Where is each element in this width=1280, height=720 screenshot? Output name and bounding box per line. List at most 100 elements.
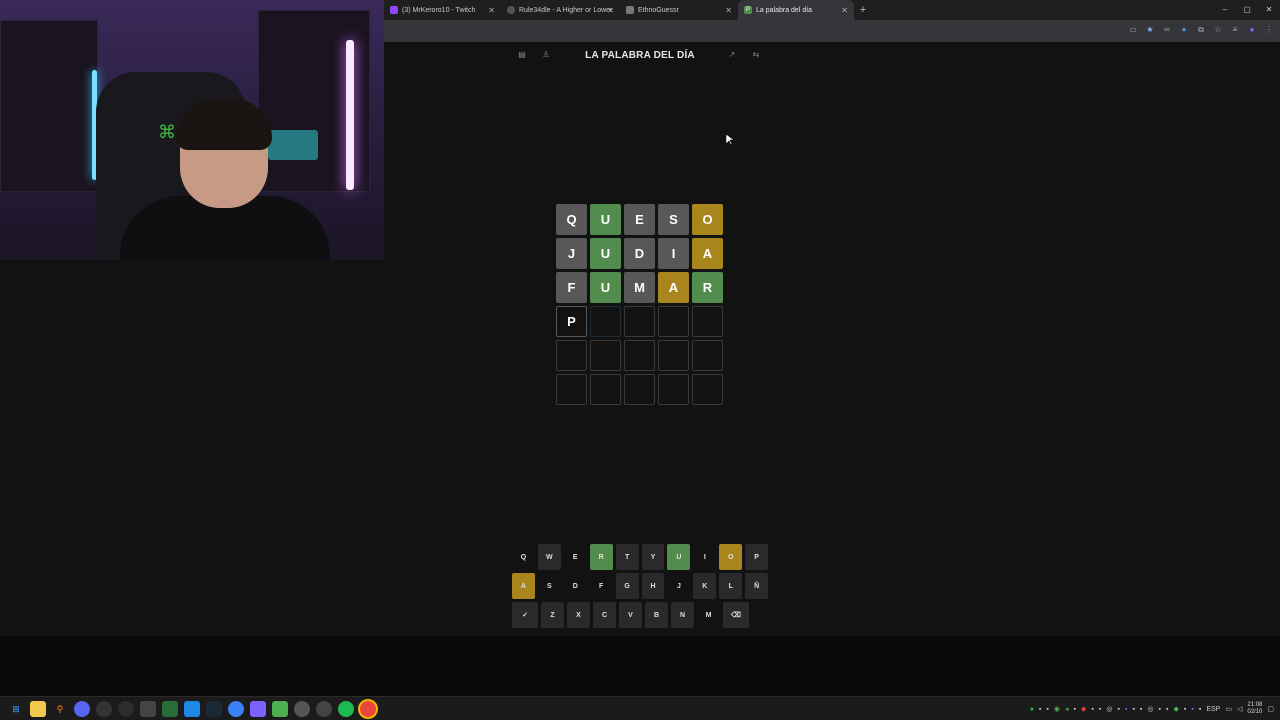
key-p[interactable]: P [745,544,769,570]
tray-icon[interactable]: ◆ [1173,705,1178,713]
close-icon[interactable]: ✕ [841,6,848,15]
page-icon [626,6,634,14]
tray-icon[interactable]: ▪ [1199,706,1201,713]
tray-icon[interactable]: ▪ [1117,706,1119,713]
app-icon[interactable] [162,701,178,717]
volume-icon[interactable]: ◁ [1237,705,1242,713]
language-indicator[interactable]: ESP [1206,706,1220,713]
chrome-icon[interactable] [360,701,376,717]
key-j[interactable]: J [667,573,690,599]
tray-icon[interactable]: ● [1030,706,1034,713]
key-d[interactable]: D [564,573,587,599]
tab-twitch[interactable]: (3) MrKeroro10 - Twitch ✕ [384,0,501,20]
address-bar[interactable] [388,23,1078,38]
puzzle-icon[interactable]: ⧉ [1196,24,1206,36]
extension-icon[interactable]: ∞ [1162,24,1172,36]
app-icon[interactable] [118,701,134,717]
tray-icon[interactable]: ▪ [1166,706,1168,713]
key-n[interactable]: N [671,602,694,628]
key-m[interactable]: M [697,602,720,628]
key-a[interactable]: A [512,573,535,599]
enter-key[interactable]: ✓ [512,602,538,628]
key-q[interactable]: Q [512,544,535,570]
key-c[interactable]: C [593,602,616,628]
tab-rule34dle[interactable]: Rule34dle - A Higher or Lower ✕ [501,0,620,20]
tray-icon[interactable]: ◎ [1147,705,1153,713]
bookmark-icon[interactable]: ☆ [1213,24,1223,36]
close-icon[interactable]: ✕ [488,6,495,15]
minimize-button[interactable]: – [1214,0,1236,20]
profile-icon[interactable]: ● [1247,24,1257,36]
backspace-key[interactable]: ⌫ [723,602,749,628]
new-tab-button[interactable]: + [854,4,872,16]
tray-icon[interactable]: ▪ [1074,706,1076,713]
tray-icon[interactable]: ▪ [1132,706,1134,713]
key-x[interactable]: X [567,602,590,628]
key-w[interactable]: W [537,544,561,570]
clock[interactable]: 21:08 02/10 [1247,702,1262,716]
app-icon[interactable] [294,701,310,717]
app-icon[interactable] [74,701,90,717]
app-icon[interactable] [250,701,266,717]
tray-icon[interactable]: ◎ [1106,705,1112,713]
file-explorer-icon[interactable] [30,701,46,717]
key-l[interactable]: L [719,573,743,599]
tray-icon[interactable]: ▪ [1099,706,1101,713]
extension-icon[interactable]: ● [1179,24,1189,36]
key-k[interactable]: K [693,573,717,599]
menu-icon[interactable]: ⋮ [1264,24,1274,36]
network-icon[interactable]: ▭ [1225,705,1232,713]
spotify-icon[interactable] [338,701,354,717]
key-h[interactable]: H [641,573,665,599]
windows-start-icon[interactable]: ⊞ [8,701,24,717]
maximize-button[interactable]: ▢ [1236,0,1258,20]
key-r[interactable]: R [589,544,613,570]
key-i[interactable]: I [693,544,716,570]
app-icon[interactable] [272,701,288,717]
key-y[interactable]: Y [641,544,665,570]
tray-icon[interactable]: ◂ [1065,705,1069,713]
key-t[interactable]: T [615,544,639,570]
key-ñ[interactable]: Ñ [745,573,769,599]
tray-icon[interactable]: ▪ [1184,706,1186,713]
key-g[interactable]: G [615,573,639,599]
steam-icon[interactable] [206,701,222,717]
tray-icon[interactable]: ◉ [1054,705,1060,713]
board-tile: D [624,238,655,269]
tray-icon[interactable]: ▪ [1091,706,1093,713]
tray-icon[interactable]: ▪ [1159,706,1161,713]
star-icon[interactable]: ★ [1145,24,1155,36]
key-o[interactable]: O [719,544,743,570]
clock-time: 21:08 [1247,702,1263,708]
cast-icon[interactable]: ▭ [1128,24,1138,36]
search-icon[interactable]: ⚲ [52,701,68,717]
key-f[interactable]: F [590,573,613,599]
tray-icon[interactable]: ▪ [1125,706,1127,713]
tray-icon[interactable]: ▪ [1140,706,1142,713]
key-e[interactable]: E [564,544,587,570]
app-icon[interactable] [316,701,332,717]
close-icon[interactable]: ✕ [725,6,732,15]
key-s[interactable]: S [538,573,561,599]
key-b[interactable]: B [645,602,668,628]
key-u[interactable]: U [667,544,691,570]
app-icon[interactable] [140,701,156,717]
stats-icon[interactable]: ↗ [726,50,738,59]
extension-icon[interactable]: ≡ [1230,24,1240,36]
key-z[interactable]: Z [541,602,564,628]
notifications-icon[interactable]: ▢ [1267,705,1274,713]
tab-palabra-del-dia[interactable]: P La palabra del día ✕ [738,0,854,20]
close-icon[interactable]: ✕ [607,6,614,15]
swap-icon[interactable]: ⇆ [750,50,762,59]
board-tile: S [658,204,689,235]
key-v[interactable]: V [619,602,642,628]
tab-ethnoguessr[interactable]: EthnoGuessr ✕ [620,0,738,20]
tray-icon[interactable]: ▪ [1039,706,1041,713]
tray-icon[interactable]: ▪ [1191,706,1193,713]
tray-icon[interactable]: ◆ [1081,705,1086,713]
tray-icon[interactable]: ▪ [1046,706,1048,713]
app-icon[interactable] [184,701,200,717]
app-icon[interactable] [96,701,112,717]
close-window-button[interactable]: ✕ [1258,0,1280,20]
app-icon[interactable] [228,701,244,717]
